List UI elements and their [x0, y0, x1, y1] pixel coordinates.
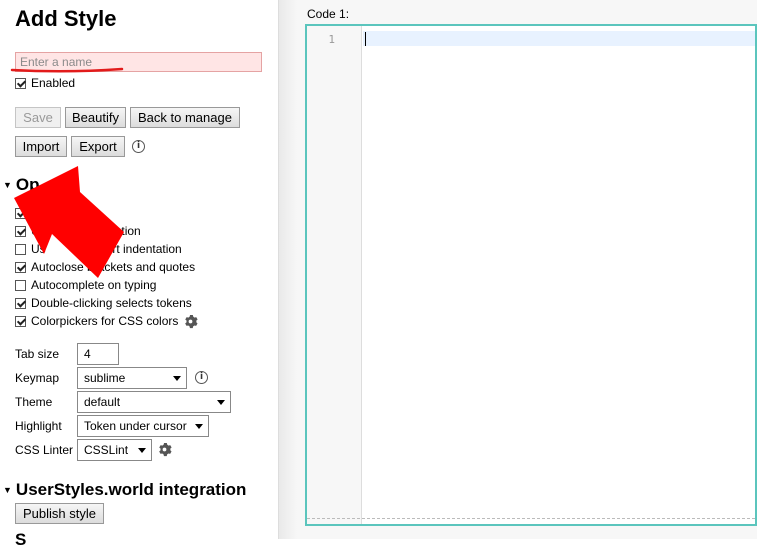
theme-select[interactable]: default	[77, 391, 231, 413]
option-checkbox-doubleclick[interactable]: Double-clicking selects tokens	[15, 295, 192, 311]
keymap-label: Keymap	[15, 371, 60, 385]
css-linter-value: CSSLint	[84, 443, 129, 457]
collapse-triangle-icon: ▼	[3, 485, 12, 495]
beautify-button[interactable]: Beautify	[65, 107, 126, 128]
chevron-down-icon	[138, 448, 146, 453]
keymap-info-icon[interactable]: i	[195, 371, 208, 384]
code-section-label: Code 1:	[307, 7, 350, 21]
active-line-highlight	[363, 31, 755, 46]
line-number: 1	[328, 33, 335, 46]
save-button[interactable]: Save	[15, 107, 61, 128]
red-underline-annotation	[10, 67, 124, 73]
chevron-down-icon	[217, 400, 225, 405]
tab-size-input[interactable]: 4	[77, 343, 119, 365]
enabled-checkbox-box[interactable]	[15, 77, 26, 89]
highlight-select[interactable]: Token under cursor	[77, 415, 209, 437]
info-icon[interactable]: i	[132, 140, 145, 153]
doubleclick-checkbox-box[interactable]	[15, 297, 26, 309]
theme-value: default	[84, 395, 121, 409]
editor-resize-edge[interactable]	[307, 518, 755, 524]
publish-style-button[interactable]: Publish style	[15, 503, 104, 524]
css-linter-label: CSS Linter	[15, 443, 74, 457]
tab-size-label: Tab size	[15, 347, 60, 361]
colorpickers-label: Colorpickers for CSS colors	[31, 314, 179, 328]
keymap-select[interactable]: sublime	[77, 367, 187, 389]
chevron-down-icon	[195, 424, 203, 429]
sidebar: Add Style Enabled Save Beautify Back to …	[0, 0, 279, 549]
doubleclick-label: Double-clicking selects tokens	[31, 296, 192, 310]
usw-heading-text: UserStyles.world integration	[15, 480, 247, 499]
css-linter-select[interactable]: CSSLint	[77, 439, 152, 461]
colorpickers-checkbox-box[interactable]	[15, 315, 26, 327]
sections-heading: S	[15, 530, 26, 550]
highlight-value: Token under cursor	[84, 419, 187, 433]
line-number-gutter: 1	[307, 26, 362, 524]
colorpicker-settings-gear-icon[interactable]	[183, 314, 198, 329]
usw-integration-heading[interactable]: ▼ UserStyles.world integration	[3, 480, 246, 500]
back-to-manage-button[interactable]: Back to manage	[130, 107, 240, 128]
code-editor[interactable]: 1	[305, 24, 757, 526]
option-checkbox-colorpickers[interactable]: Colorpickers for CSS colors	[15, 313, 178, 329]
chevron-down-icon	[173, 376, 181, 381]
red-arrow-annotation	[14, 166, 124, 278]
theme-label: Theme	[15, 395, 53, 409]
highlight-label: Highlight	[15, 419, 62, 433]
sections-heading-text: S	[15, 530, 27, 549]
keymap-value: sublime	[84, 371, 126, 385]
text-cursor	[365, 32, 366, 46]
linter-settings-gear-icon[interactable]	[157, 442, 172, 457]
page-title: Add Style	[15, 6, 117, 31]
enabled-checkbox[interactable]: Enabled	[15, 75, 75, 91]
enabled-label: Enabled	[31, 76, 76, 90]
